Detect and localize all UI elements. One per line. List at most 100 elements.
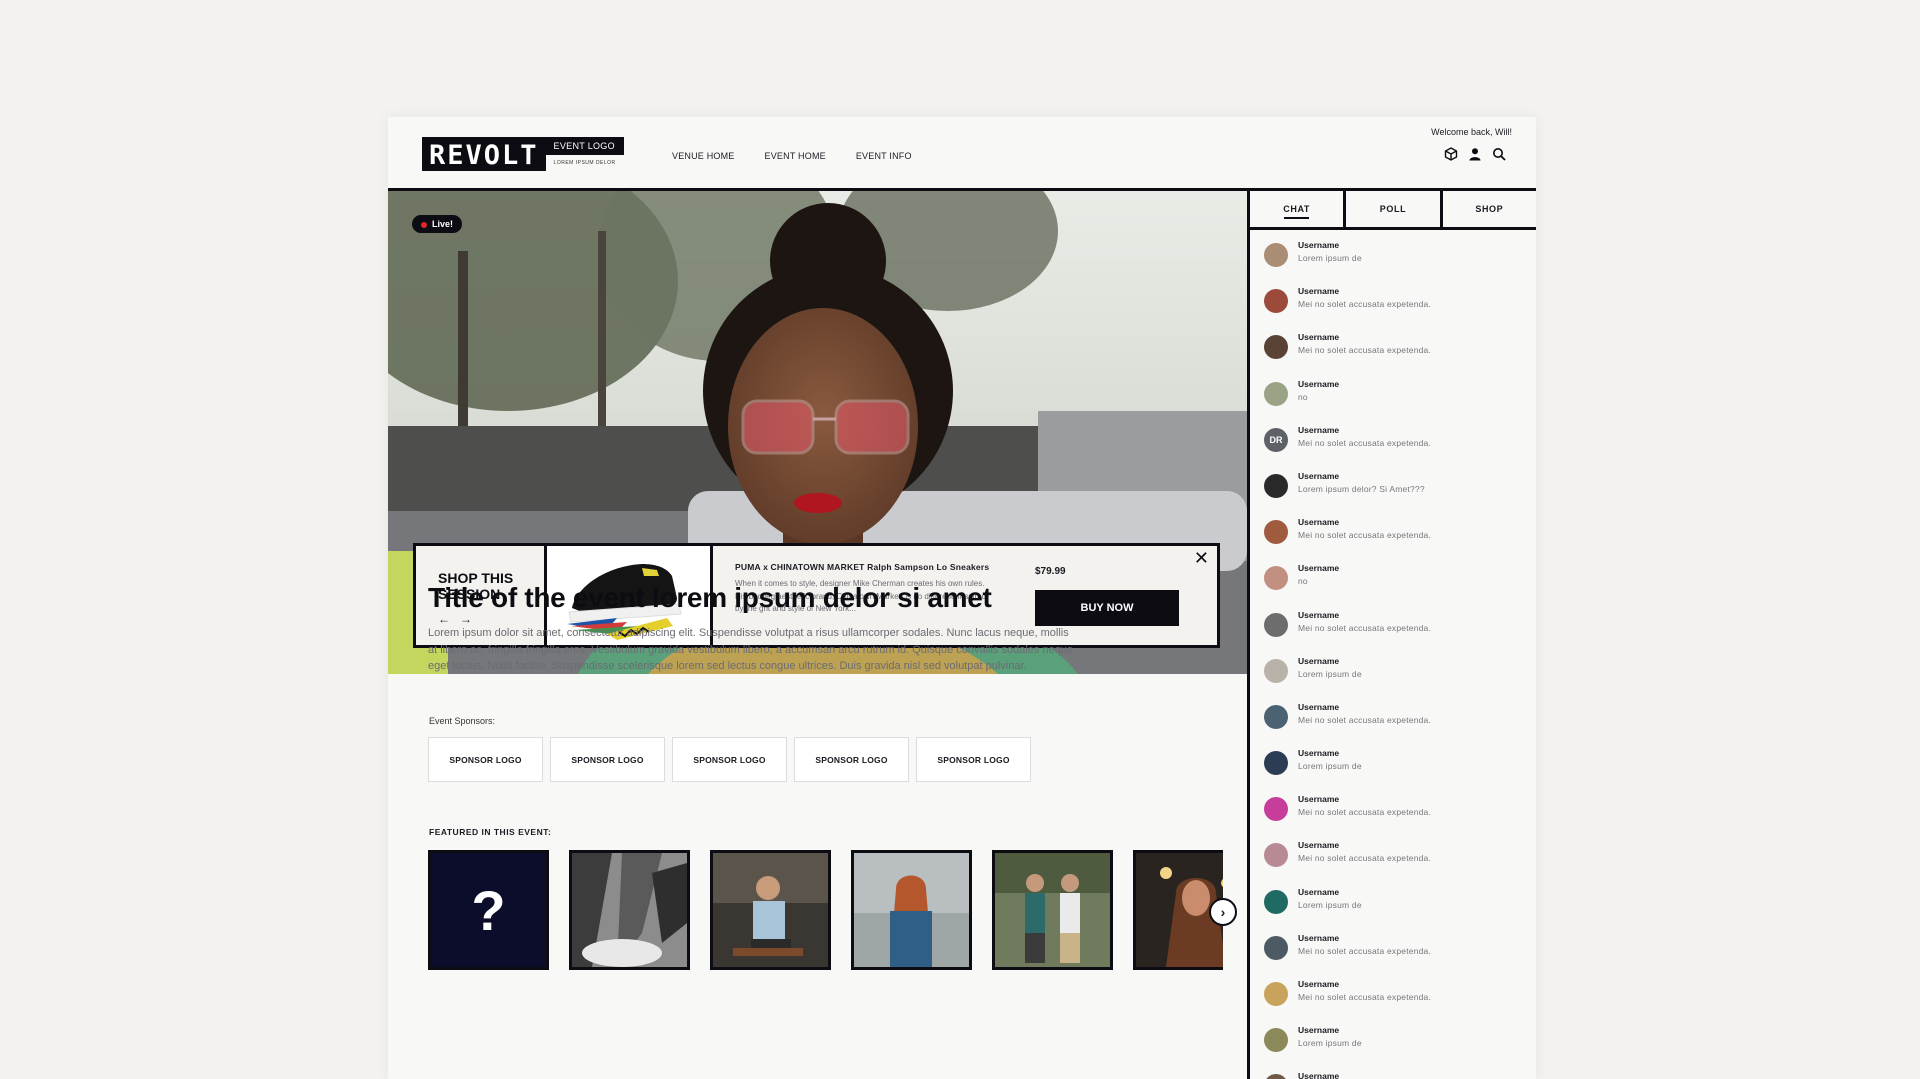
avatar[interactable] <box>1264 612 1288 637</box>
chat-message: Username Mei no solet accusata expetenda. <box>1264 794 1536 840</box>
avatar[interactable] <box>1264 243 1288 267</box>
featured-card[interactable] <box>569 850 690 970</box>
chat-username[interactable]: Username <box>1298 702 1431 712</box>
sponsor-logo[interactable]: SPONSOR LOGO <box>428 737 543 782</box>
sponsor-logo[interactable]: SPONSOR LOGO <box>672 737 787 782</box>
chat-username[interactable]: Username <box>1298 610 1431 620</box>
carousel-next-button[interactable]: › <box>1209 898 1237 926</box>
avatar[interactable] <box>1264 751 1288 776</box>
featured-card[interactable] <box>710 850 831 970</box>
product-price: $79.99 <box>1035 566 1066 577</box>
chat-message: Username <box>1264 1071 1536 1079</box>
featured-card[interactable]: ? <box>428 850 549 970</box>
chat-username[interactable]: Username <box>1298 1071 1339 1079</box>
avatar[interactable] <box>1264 335 1288 360</box>
avatar[interactable] <box>1264 381 1288 406</box>
tab-poll[interactable]: POLL <box>1346 191 1443 227</box>
logo-wordmark: REVOLT <box>422 137 546 171</box>
chat-text: Lorem ipsum de <box>1298 899 1362 910</box>
avatar[interactable] <box>1264 1028 1288 1053</box>
chat-username[interactable]: Username <box>1298 425 1431 435</box>
avatar[interactable] <box>1264 889 1288 914</box>
revolt-logo[interactable]: REVOLT EVENT LOGO LOREM IPSUM DELOR <box>422 137 624 171</box>
chat-message: Username Lorem ipsum de <box>1264 240 1536 286</box>
chat-message: Username Lorem ipsum de <box>1264 656 1536 702</box>
chat-text: Mei no solet accusata expetenda. <box>1298 299 1432 310</box>
avatar[interactable] <box>1264 935 1288 960</box>
top-header: REVOLT EVENT LOGO LOREM IPSUM DELOR VENU… <box>388 117 1536 191</box>
arrow-left-icon[interactable]: ← <box>438 612 450 626</box>
avatar[interactable] <box>1264 843 1288 868</box>
nav-event-info[interactable]: EVENT INFO <box>856 151 912 161</box>
sponsor-logo[interactable]: SPONSOR LOGO <box>550 737 665 782</box>
avatar[interactable] <box>1264 658 1288 683</box>
avatar[interactable]: DR <box>1264 427 1288 452</box>
user-icon[interactable] <box>1468 147 1482 161</box>
search-icon[interactable] <box>1492 147 1506 161</box>
featured-label: FEATURED IN THIS EVENT: <box>429 827 552 837</box>
chat-text: Mei no solet accusata expetenda. <box>1298 622 1432 633</box>
sponsor-logo[interactable]: SPONSOR LOGO <box>794 737 909 782</box>
avatar[interactable] <box>1264 566 1288 591</box>
product-name[interactable]: PUMA x CHINATOWN MARKET Ralph Sampson Lo… <box>735 562 1217 572</box>
chat-list: Username Lorem ipsum de Username Mei no sol… <box>1250 230 1536 1079</box>
live-badge: Live! <box>412 215 463 233</box>
chat-message: Username Lorem ipsum de <box>1264 887 1536 933</box>
chat-username[interactable]: Username <box>1298 748 1362 758</box>
chat-username[interactable]: Username <box>1298 794 1431 804</box>
avatar[interactable] <box>1264 704 1288 729</box>
chat-text: Lorem ipsum de <box>1298 761 1362 772</box>
nav-venue-home[interactable]: VENUE HOME <box>672 151 735 161</box>
app-window: REVOLT EVENT LOGO LOREM IPSUM DELOR VENU… <box>388 117 1536 1079</box>
avatar[interactable] <box>1264 520 1288 545</box>
nav-event-home[interactable]: EVENT HOME <box>765 151 826 161</box>
featured-card[interactable] <box>851 850 972 970</box>
avatar[interactable] <box>1264 1074 1288 1079</box>
chat-username[interactable]: Username <box>1298 332 1431 342</box>
tab-shop[interactable]: SHOP <box>1443 191 1536 227</box>
sponsor-list: SPONSOR LOGO SPONSOR LOGO SPONSOR LOGO S… <box>428 737 1031 782</box>
event-logo-label: EVENT LOGO <box>545 137 624 155</box>
chat-username[interactable]: Username <box>1298 563 1339 573</box>
tab-chat[interactable]: CHAT <box>1250 191 1347 227</box>
chat-username[interactable]: Username <box>1298 286 1431 296</box>
avatar[interactable] <box>1264 289 1288 314</box>
sidebar-tabs: CHAT POLL SHOP <box>1250 191 1536 230</box>
buy-now-button[interactable]: BUY NOW <box>1035 590 1179 626</box>
chat-message: Username Mei no solet accusata expetenda. <box>1264 610 1536 656</box>
chat-message: Username Lorem ipsum delor? Si Amet??? <box>1264 471 1536 517</box>
sponsor-logo[interactable]: SPONSOR LOGO <box>916 737 1031 782</box>
chat-text: Lorem ipsum de <box>1298 1038 1362 1049</box>
chat-text: Lorem ipsum delor? Si Amet??? <box>1298 483 1425 494</box>
arrow-right-icon[interactable]: → <box>460 612 472 626</box>
sidebar-panel: CHAT POLL SHOP Username Lorem ipsum de Use… <box>1247 191 1536 1079</box>
avatar[interactable] <box>1264 797 1288 822</box>
chat-username[interactable]: Username <box>1298 379 1339 389</box>
chat-username[interactable]: Username <box>1298 471 1425 481</box>
welcome-message: Welcome back, Will! <box>1431 127 1512 137</box>
cube-icon[interactable] <box>1444 147 1458 161</box>
chat-username[interactable]: Username <box>1298 240 1362 250</box>
chat-text: Mei no solet accusata expetenda. <box>1298 853 1432 864</box>
chat-text: no <box>1298 391 1308 402</box>
avatar[interactable] <box>1264 982 1288 1006</box>
chat-username[interactable]: Username <box>1298 656 1362 666</box>
chat-message: Username Mei no solet accusata expetenda. <box>1264 517 1536 563</box>
chat-username[interactable]: Username <box>1298 933 1431 943</box>
chat-username[interactable]: Username <box>1298 1025 1362 1035</box>
chat-text: Mei no solet accusata expetenda. <box>1298 992 1432 1002</box>
chat-username[interactable]: Username <box>1298 517 1431 527</box>
chat-username[interactable]: Username <box>1298 887 1362 897</box>
featured-carousel: ? <box>428 850 1223 970</box>
chat-message: Username Lorem ipsum de <box>1264 1025 1536 1071</box>
chat-text: Mei no solet accusata expetenda. <box>1298 945 1432 956</box>
chat-text: Lorem ipsum de <box>1298 253 1362 263</box>
close-icon[interactable]: ✕ <box>1194 548 1209 569</box>
avatar[interactable] <box>1264 473 1288 498</box>
chat-text: Mei no solet accusata expetenda. <box>1298 807 1432 818</box>
featured-card[interactable] <box>992 850 1113 970</box>
event-logo-subtitle: LOREM IPSUM DELOR <box>553 160 616 166</box>
chat-username[interactable]: Username <box>1298 840 1431 850</box>
main-nav: VENUE HOME EVENT HOME EVENT INFO <box>672 151 912 161</box>
chat-username[interactable]: Username <box>1298 979 1431 989</box>
